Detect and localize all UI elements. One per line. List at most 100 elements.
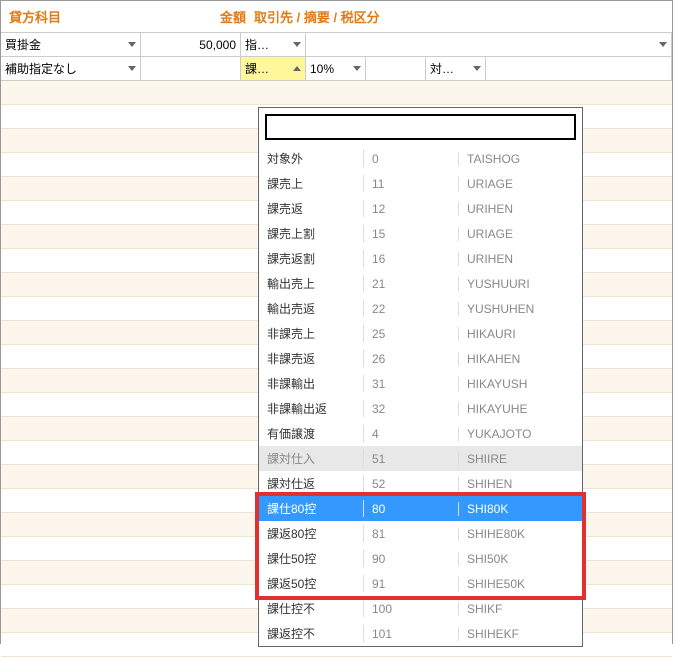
dropdown-item-code: 80 [364, 502, 459, 516]
dropdown-item-name: 課仕控不 [259, 600, 364, 617]
dropdown-item-code: 81 [364, 527, 459, 541]
dropdown-item-roman: SHI80K [459, 502, 582, 516]
header-account: 貸方科目 [9, 7, 154, 26]
dropdown-item-name: 輸出売返 [259, 300, 364, 317]
dropdown-item-roman: SHIHE80K [459, 527, 582, 541]
dropdown-item-roman: YUSHUHEN [459, 302, 582, 316]
dropdown-item-roman: HIKAYUHE [459, 402, 582, 416]
dropdown-item[interactable]: 課仕控不100SHIKF [259, 596, 582, 621]
grid-header: 貸方科目 金額 取引先 / 摘要 / 税区分 [1, 1, 672, 33]
chevron-down-icon [473, 66, 481, 71]
chevron-down-icon [659, 42, 667, 47]
dropdown-item-code: 16 [364, 252, 459, 266]
dropdown-item[interactable]: 非課輸出31HIKAYUSH [259, 371, 582, 396]
dropdown-item[interactable]: 課売上11URIAGE [259, 171, 582, 196]
rate-value: 10% [310, 62, 334, 76]
dropdown-item-code: 15 [364, 227, 459, 241]
chevron-down-icon [128, 66, 136, 71]
tax-dropdown[interactable]: 課… [241, 57, 306, 80]
header-partner: 取引先 / 摘要 / 税区分 [254, 7, 664, 26]
dropdown-item-code: 101 [364, 627, 459, 641]
tax-dropdown-panel: 対象外0TAISHOG課売上11URIAGE課売返12URIHEN課売上割15U… [258, 107, 583, 647]
dropdown-item-name: 対象外 [259, 150, 364, 167]
dropdown-item-name: 輸出売上 [259, 275, 364, 292]
dropdown-item-name: 有価譲渡 [259, 425, 364, 442]
dropdown-item-roman: HIKAHEN [459, 352, 582, 366]
dropdown-item-roman: URIHEN [459, 252, 582, 266]
dropdown-item[interactable]: 課返控不101SHIHEKF [259, 621, 582, 646]
dropdown-item[interactable]: 課対仕返52SHIHEN [259, 471, 582, 496]
dropdown-item-roman: SHIIRE [459, 452, 582, 466]
partner-value: 指… [245, 36, 269, 53]
chevron-down-icon [293, 42, 301, 47]
dropdown-item-code: 51 [364, 452, 459, 466]
dropdown-item[interactable]: 非課売返26HIKAHEN [259, 346, 582, 371]
dropdown-list: 対象外0TAISHOG課売上11URIAGE課売返12URIHEN課売上割15U… [259, 146, 582, 646]
dropdown-item-name: 非課輸出 [259, 375, 364, 392]
dropdown-item-code: 11 [364, 177, 459, 191]
tax-value: 課… [245, 60, 269, 77]
dropdown-item-code: 31 [364, 377, 459, 391]
dropdown-item[interactable]: 課返80控81SHIHE80K [259, 521, 582, 546]
target-dropdown[interactable]: 対… [426, 57, 486, 80]
dropdown-item-name: 課売返割 [259, 250, 364, 267]
amount-cell[interactable]: 50,000 [141, 33, 241, 56]
dropdown-item[interactable]: 課返50控91SHIHE50K [259, 571, 582, 596]
aux-dropdown[interactable]: 補助指定なし [1, 57, 141, 80]
dropdown-item-roman: URIHEN [459, 202, 582, 216]
account-dropdown[interactable]: 買掛金 [1, 33, 141, 56]
dropdown-item-name: 非課売上 [259, 325, 364, 342]
dropdown-item-name: 課返控不 [259, 625, 364, 642]
dropdown-item[interactable]: 課対仕入51SHIIRE [259, 446, 582, 471]
dropdown-item-code: 0 [364, 152, 459, 166]
dropdown-item-roman: URIAGE [459, 177, 582, 191]
dropdown-item-code: 4 [364, 427, 459, 441]
dropdown-item[interactable]: 対象外0TAISHOG [259, 146, 582, 171]
dropdown-item[interactable]: 輸出売上21YUSHUURI [259, 271, 582, 296]
blank-cell [366, 57, 426, 80]
dropdown-item[interactable]: 課仕50控90SHI50K [259, 546, 582, 571]
dropdown-item-roman: TAISHOG [459, 152, 582, 166]
search-input[interactable] [265, 114, 576, 140]
chevron-up-icon [293, 66, 301, 71]
summary-dropdown[interactable] [306, 33, 672, 56]
dropdown-item-code: 32 [364, 402, 459, 416]
dropdown-item[interactable]: 課売上割15URIAGE [259, 221, 582, 246]
dropdown-item-roman: HIKAYUSH [459, 377, 582, 391]
dropdown-item-code: 22 [364, 302, 459, 316]
dropdown-item-code: 52 [364, 477, 459, 491]
dropdown-item[interactable]: 課仕80控80SHI80K [259, 496, 582, 521]
blank-cell [141, 57, 241, 80]
dropdown-item[interactable]: 有価譲渡4YUKAJOTO [259, 421, 582, 446]
amount-value: 50,000 [199, 38, 236, 52]
dropdown-item-code: 100 [364, 602, 459, 616]
dropdown-item-roman: YUSHUURI [459, 277, 582, 291]
dropdown-item[interactable]: 課売返12URIHEN [259, 196, 582, 221]
dropdown-item-name: 課返80控 [259, 525, 364, 542]
dropdown-item-name: 課仕80控 [259, 500, 364, 517]
dropdown-item-name: 課売上割 [259, 225, 364, 242]
dropdown-item-code: 90 [364, 552, 459, 566]
dropdown-item-name: 非課売返 [259, 350, 364, 367]
dropdown-item[interactable]: 課売返割16URIHEN [259, 246, 582, 271]
dropdown-item-roman: HIKAURI [459, 327, 582, 341]
rate-dropdown[interactable]: 10% [306, 57, 366, 80]
dropdown-item-code: 25 [364, 327, 459, 341]
dropdown-item[interactable]: 非課輸出返32HIKAYUHE [259, 396, 582, 421]
dropdown-item-roman: YUKAJOTO [459, 427, 582, 441]
aux-value: 補助指定なし [5, 60, 77, 77]
dropdown-item-roman: SHI50K [459, 552, 582, 566]
dropdown-item-roman: SHIKF [459, 602, 582, 616]
dropdown-item[interactable]: 輸出売返22YUSHUHEN [259, 296, 582, 321]
dropdown-item-name: 課対仕返 [259, 475, 364, 492]
account-value: 買掛金 [5, 36, 41, 53]
dropdown-item-roman: SHIHEN [459, 477, 582, 491]
dropdown-item-name: 課対仕入 [259, 450, 364, 467]
chevron-down-icon [128, 42, 136, 47]
target-value: 対… [430, 60, 454, 77]
header-amount: 金額 [154, 7, 254, 26]
partner-dropdown[interactable]: 指… [241, 33, 306, 56]
dropdown-item[interactable]: 非課売上25HIKAURI [259, 321, 582, 346]
blank-cell [486, 57, 672, 80]
dropdown-item-code: 91 [364, 577, 459, 591]
